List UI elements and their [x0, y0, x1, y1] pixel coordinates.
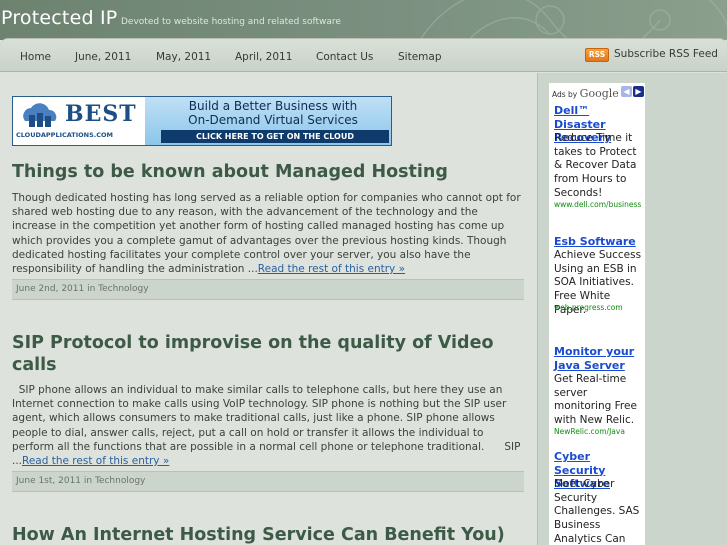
ads-by-text: Ads by	[552, 90, 578, 99]
ad-next-icon[interactable]: ▶	[633, 86, 644, 97]
rss-icon[interactable]: RSS	[585, 48, 609, 62]
cloud-applications-banner[interactable]: BEST CLOUDAPPLICATIONS.COM Build a Bette…	[12, 96, 392, 146]
nav-item-sitemap[interactable]: Sitemap	[398, 51, 442, 63]
post-title[interactable]: Things to be known about Managed Hosting	[12, 161, 448, 183]
google-logo: Google	[579, 87, 619, 100]
nav-item-contact-us[interactable]: Contact Us	[316, 51, 373, 63]
ads-by-google-label[interactable]: Ads by Google	[552, 87, 619, 100]
post-excerpt: SIP phone allows an individual to make s…	[12, 383, 524, 468]
post-title[interactable]: SIP Protocol to improvise on the quality…	[12, 332, 524, 376]
read-more-link[interactable]: Read the rest of this entry »	[258, 263, 405, 275]
nav-bar: Home June, 2011 May, 2011 April, 2011 Co…	[0, 38, 727, 72]
cloud-servers-icon	[23, 103, 57, 127]
sidebar: Ads by Google ◀ ▶ Dell™ Disaster Recover…	[537, 73, 727, 545]
banner-headline-1: Build a Better Business with	[188, 99, 358, 113]
post-meta: June 1st, 2011 in Technology	[12, 471, 524, 492]
nav-item-home[interactable]: Home	[20, 51, 51, 63]
ad-text: Meet Cyber Security Challenges. SAS Busi…	[554, 478, 640, 545]
post-title[interactable]: How An Internet Hosting Service Can Bene…	[12, 524, 505, 545]
site-tagline: Devoted to website hosting and related s…	[121, 17, 341, 27]
ad-url[interactable]: www.dell.com/business	[554, 200, 646, 209]
main-content: BEST CLOUDAPPLICATIONS.COM Build a Bette…	[0, 73, 535, 545]
banner-cta-button[interactable]: CLICK HERE TO GET ON THE CLOUD	[161, 130, 389, 143]
ad-title[interactable]: Monitor your Java Server	[554, 345, 644, 372]
read-more-link[interactable]: Read the rest of this entry »	[22, 455, 169, 467]
banner-domain: CLOUDAPPLICATIONS.COM	[16, 131, 114, 139]
ad-text: Get Real-time server monitoring Free wit…	[554, 373, 637, 427]
post-excerpt: Though dedicated hosting has long served…	[12, 191, 524, 276]
nav-item-april-2011[interactable]: April, 2011	[235, 51, 292, 63]
post-meta: June 2nd, 2011 in Technology	[12, 279, 524, 300]
google-ads-panel: Ads by Google ◀ ▶ Dell™ Disaster Recover…	[549, 83, 645, 545]
nav-item-may-2011[interactable]: May, 2011	[156, 51, 211, 63]
ad-url[interactable]: web.progress.com	[554, 303, 646, 312]
ad-text: Reduce Time it takes to Protect & Recove…	[554, 132, 637, 199]
ad-prev-icon[interactable]: ◀	[621, 86, 632, 97]
ad-url[interactable]: NewRelic.com/Java	[554, 427, 646, 436]
ad-title[interactable]: Esb Software	[554, 235, 644, 249]
banner-brand: BEST	[65, 101, 137, 127]
site-title[interactable]: Protected IP	[1, 7, 117, 29]
banner-logo-area: BEST CLOUDAPPLICATIONS.COM	[13, 97, 145, 145]
subscribe-rss-link[interactable]: Subscribe RSS Feed	[614, 48, 718, 60]
nav-item-june-2011[interactable]: June, 2011	[75, 51, 131, 63]
banner-headline-2: On-Demand Virtual Services	[188, 113, 358, 127]
decorative-swirl-icon	[419, 0, 727, 40]
site-header: Protected IP Devoted to website hosting …	[0, 0, 727, 40]
